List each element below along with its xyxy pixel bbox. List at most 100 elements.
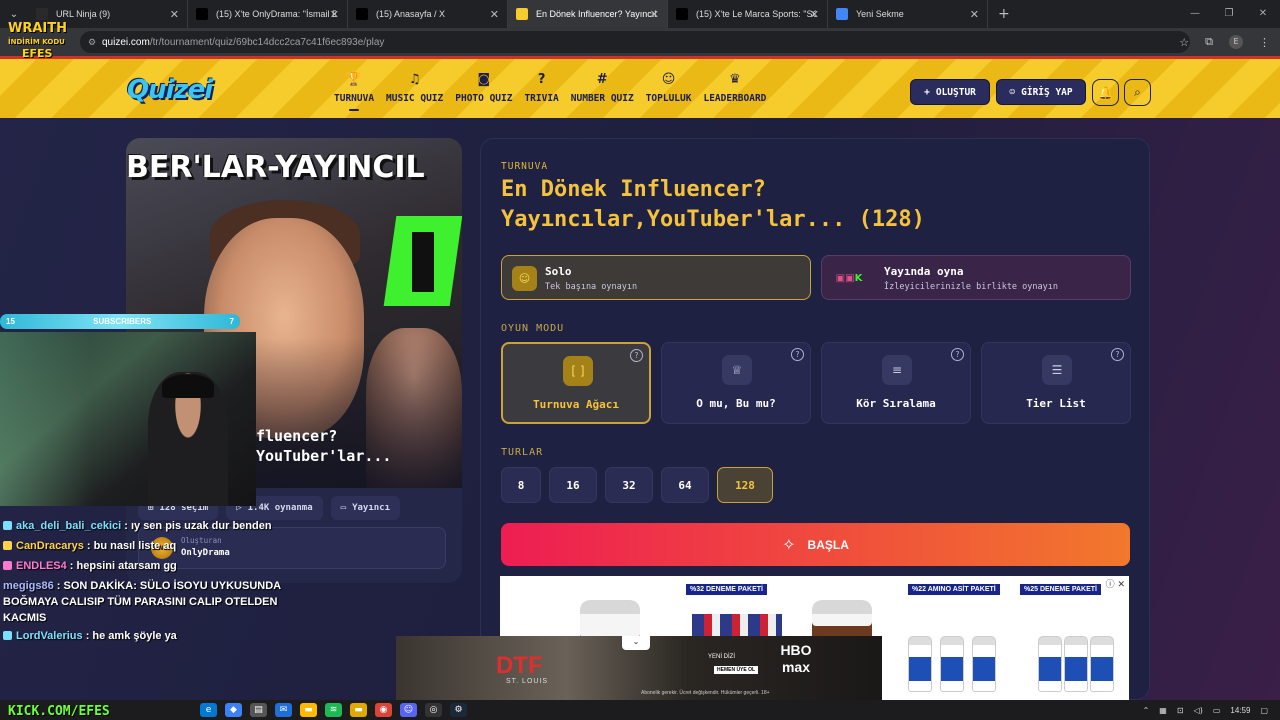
profile-avatar[interactable]: E: [1229, 35, 1243, 49]
start-button[interactable]: ✧ BAŞLA: [501, 523, 1130, 566]
kick-logo-cut: [412, 232, 434, 292]
category-stat[interactable]: ▭ Yayıncı: [330, 496, 401, 520]
close-tab-icon[interactable]: ✕: [650, 8, 659, 21]
login-button[interactable]: ☺ GİRİŞ YAP: [996, 79, 1086, 105]
site-header: Quizei 🏆 TURNUVA ♫ MUSIC QUIZ ◙ PHOTO QUIZ? TR…: [0, 56, 1280, 118]
round-option[interactable]: 8: [501, 467, 541, 503]
help-icon[interactable]: ?: [630, 349, 643, 362]
discord-icon[interactable]: ☺: [400, 703, 417, 717]
round-option[interactable]: 128: [717, 467, 773, 503]
spotify-icon[interactable]: ≋: [325, 703, 342, 717]
nav-item-topluluk[interactable]: ☺ TOPLULUK: [640, 71, 698, 111]
help-icon[interactable]: ?: [951, 348, 964, 361]
chat-username[interactable]: megigs86: [3, 580, 54, 592]
game-mode-option[interactable]: ? ≡ Kör Sıralama: [821, 342, 971, 424]
ad-bottle: [972, 636, 996, 692]
copilot-icon[interactable]: ◆: [225, 703, 242, 717]
nav-item-leaderboard[interactable]: ♛ LEADERBOARD: [697, 71, 772, 111]
trophy-icon: 🏆: [345, 72, 363, 87]
site-info-icon[interactable]: ⚙: [88, 37, 96, 48]
browser-tab[interactable]: (15) X'te OnlyDrama: "İsmail En ✕: [188, 0, 348, 28]
notes-icon[interactable]: ▤: [250, 703, 267, 717]
taskbar-icons: e ◆ ▤ ✉ ▬ ≋ ▬ ◉ ☺ ◎ ⚙: [200, 700, 467, 720]
browser-menu-icon[interactable]: ⋮: [1259, 36, 1270, 49]
tab-title: URL Ninja (9): [56, 9, 111, 19]
tab-title: (15) Anasayfa / X: [376, 9, 446, 19]
maximize-button[interactable]: ❐: [1212, 0, 1246, 28]
browser-tab[interactable]: (15) Anasayfa / X ✕: [348, 0, 508, 28]
game-mode-option[interactable]: ? [ ] Turnuva Ağacı: [501, 342, 651, 424]
url-ninja-icon: [36, 8, 48, 20]
outlook-icon[interactable]: ✉: [275, 703, 292, 717]
collapse-ad-button[interactable]: ⌄: [622, 636, 650, 650]
creator-box[interactable]: ONLY Oluşturan OnlyDrama: [138, 527, 446, 569]
volume-icon[interactable]: ◁): [1194, 706, 1203, 715]
streaming-banner-ad[interactable]: ⌄ DTF ST. LOUIS YENİ DİZİ HEMEN ÜYE OL H…: [396, 636, 882, 700]
site-logo[interactable]: Quizei: [127, 75, 213, 105]
help-icon[interactable]: ?: [1111, 348, 1124, 361]
close-window-button[interactable]: ✕: [1246, 0, 1280, 28]
minimize-button[interactable]: —: [1178, 0, 1212, 28]
round-option[interactable]: 64: [661, 467, 709, 503]
notification-center-icon[interactable]: ▢: [1260, 706, 1268, 715]
round-option[interactable]: 32: [605, 467, 653, 503]
nav-item-trivia[interactable]: ? TRIVIA: [518, 71, 564, 111]
game-mode-option[interactable]: ? ☰ Tier List: [981, 342, 1131, 424]
chat-username[interactable]: LordValerius: [16, 630, 83, 642]
close-tab-icon[interactable]: ✕: [330, 8, 339, 21]
browser-tab[interactable]: (15) X'te Le Marca Sports: "SON ✕: [668, 0, 828, 28]
creator-label: Oluşturan: [181, 536, 222, 545]
notifications-button[interactable]: 🔔: [1092, 79, 1119, 106]
nav-item-turnuva[interactable]: 🏆 TURNUVA: [328, 71, 380, 111]
solo-mode-option[interactable]: ☺ Solo Tek başına oynayın: [501, 255, 811, 300]
chat-username[interactable]: ENDLES4: [16, 560, 67, 572]
chat-username[interactable]: CanDracarys: [16, 540, 84, 552]
chat-message: aka_deli_bali_cekici : ıy sen pis uzak d…: [3, 520, 272, 532]
ad-info-icon[interactable]: ⓘ ✕: [1106, 577, 1125, 590]
address-bar[interactable]: ⚙ quizei.com/tr/tournament/quiz/69bc14dc…: [80, 31, 1190, 53]
nav-item-music-quiz[interactable]: ♫ MUSIC QUIZ: [380, 71, 449, 111]
help-icon[interactable]: ?: [791, 348, 804, 361]
obs-icon[interactable]: ◎: [425, 703, 442, 717]
chat-text: : bu nasıl liste aq: [83, 540, 177, 552]
banner-title: DTF: [496, 652, 543, 679]
medal-icon: ♛: [729, 72, 741, 87]
banner-cta[interactable]: HEMEN ÜYE OL: [714, 666, 759, 674]
game-mode-option[interactable]: ? ♕ O mu, Bu mu?: [661, 342, 811, 424]
folder-icon[interactable]: ▬: [350, 703, 367, 717]
nav-label: TURNUVA: [334, 93, 375, 104]
tray-app-icon[interactable]: ▦: [1159, 706, 1167, 715]
close-tab-icon[interactable]: ✕: [970, 8, 979, 21]
subs-remaining: 7: [229, 317, 234, 326]
close-tab-icon[interactable]: ✕: [490, 8, 499, 21]
network-icon[interactable]: ⊡: [1177, 706, 1184, 715]
ad-tag-text: %25 DENEME PAKETİ: [1024, 586, 1097, 593]
file-explorer-icon[interactable]: ▬: [300, 703, 317, 717]
browser-tab[interactable]: Yeni Sekme ✕: [828, 0, 988, 28]
bookmark-star-icon[interactable]: ☆: [1179, 36, 1189, 49]
create-button[interactable]: + OLUŞTUR: [910, 79, 990, 105]
ad-tag: %32 DENEME PAKETİ: [686, 584, 767, 595]
browser-tab[interactable]: En Dönek Influencer? Yayıncılar ✕: [508, 0, 668, 28]
close-tab-icon[interactable]: ✕: [170, 8, 179, 21]
nav-item-photo-quiz[interactable]: ◙ PHOTO QUIZ: [449, 71, 518, 111]
round-option[interactable]: 16: [549, 467, 597, 503]
chrome-icon[interactable]: ◉: [375, 703, 392, 717]
thumbnail-title-line-1: fluencer?: [256, 427, 338, 445]
new-tab-button[interactable]: +: [998, 6, 1010, 22]
close-tab-icon[interactable]: ✕: [810, 8, 819, 21]
edge-icon[interactable]: e: [200, 703, 217, 717]
solo-mode-subtitle: Tek başına oynayın: [545, 282, 638, 292]
banner-fine-print: Abonelik gerekir. Ücret değişkendir. Hük…: [641, 690, 770, 696]
stream-mode-option[interactable]: ▣▣ K Yayında oyna İzleyicilerinizle birli…: [821, 255, 1131, 300]
clock[interactable]: 14:59: [1230, 706, 1250, 715]
steam-icon[interactable]: ⚙: [450, 703, 467, 717]
tab-title: (15) X'te Le Marca Sports: "SON: [696, 9, 816, 19]
search-button[interactable]: ⌕: [1124, 79, 1151, 106]
nav-item-number-quiz[interactable]: # NUMBER QUIZ: [565, 71, 640, 111]
stream-mode-title: Yayında oyna: [884, 265, 964, 278]
extensions-icon[interactable]: ⧉: [1205, 35, 1213, 49]
tray-overflow-icon[interactable]: ⌃: [1143, 706, 1150, 715]
battery-icon[interactable]: ▭: [1213, 706, 1221, 715]
chat-username[interactable]: aka_deli_bali_cekici: [16, 520, 121, 532]
